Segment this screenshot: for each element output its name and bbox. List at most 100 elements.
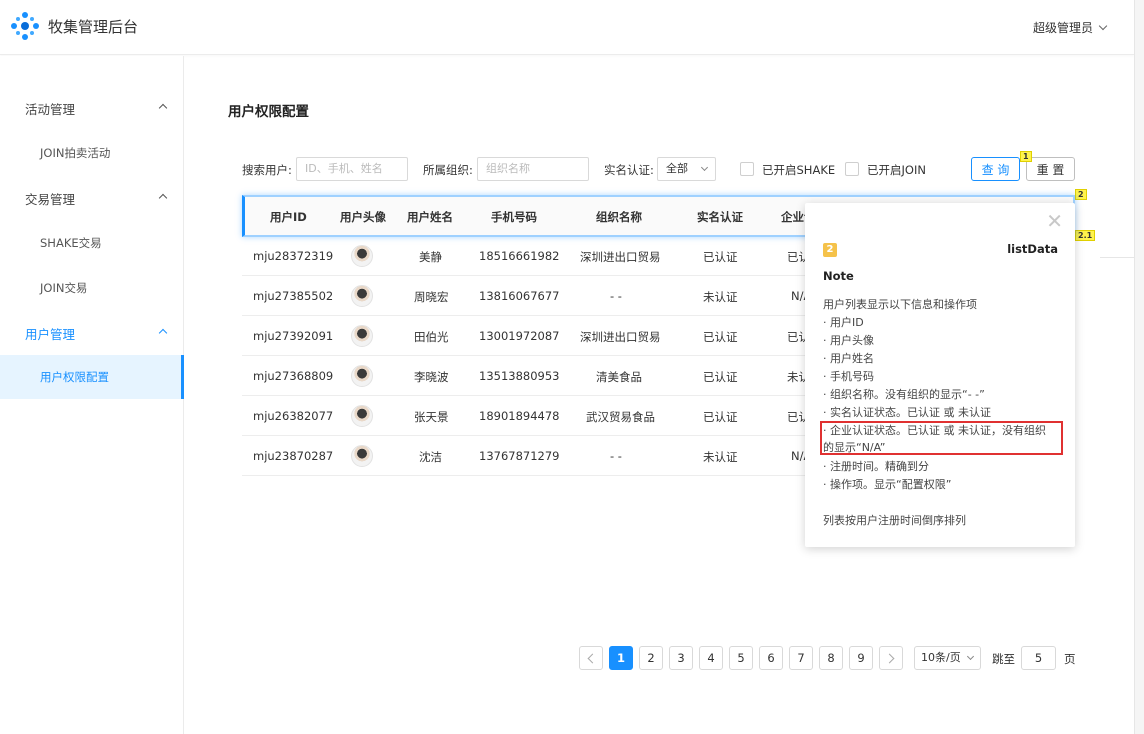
page-button[interactable]: 5 bbox=[729, 646, 753, 670]
jump-page-input[interactable]: 5 bbox=[1021, 646, 1056, 670]
guide-line bbox=[1100, 257, 1134, 258]
user-id: mju27368809 bbox=[253, 369, 334, 383]
note-line: · 手机号码 bbox=[823, 370, 874, 383]
chevron-up-icon bbox=[158, 193, 168, 203]
sidebar-item-label: JOIN拍卖活动 bbox=[40, 146, 111, 160]
sidebar-group-activity[interactable]: 活动管理 bbox=[0, 90, 184, 126]
note-title: Note bbox=[823, 269, 854, 283]
note-line: · 用户ID bbox=[823, 316, 864, 329]
phone-number: 18516661982 bbox=[479, 249, 560, 263]
org-name: 武汉贸易食品 bbox=[586, 410, 655, 424]
user-name: 沈洁 bbox=[419, 450, 442, 464]
page-button[interactable]: 4 bbox=[699, 646, 723, 670]
column-header: 用户头像 bbox=[340, 210, 386, 224]
page-title: 用户权限配置 bbox=[228, 104, 309, 120]
page-button[interactable]: 1 bbox=[609, 646, 633, 670]
user-name: 田伯光 bbox=[414, 330, 449, 344]
user-id: mju27385502 bbox=[253, 289, 334, 303]
org-name: 清美食品 bbox=[596, 370, 642, 384]
note-line: 用户列表显示以下信息和操作项 bbox=[823, 298, 977, 311]
page-button[interactable]: 6 bbox=[759, 646, 783, 670]
annotation-marker-2: 2 bbox=[1075, 189, 1087, 200]
org-name: 深圳进出口贸易 bbox=[580, 330, 661, 344]
sidebar-item-join-trade[interactable]: JOIN交易 bbox=[0, 268, 184, 308]
sidebar: 活动管理 JOIN拍卖活动 交易管理 SHAKE交易 JOIN交易 用户管理 用… bbox=[0, 56, 184, 734]
join-checkbox[interactable] bbox=[845, 162, 859, 176]
verify-status: 已认证 bbox=[703, 410, 738, 424]
note-line: · 用户姓名 bbox=[823, 352, 874, 365]
page-size-select[interactable]: 10条/页 bbox=[914, 646, 981, 670]
page-button[interactable]: 3 bbox=[669, 646, 693, 670]
verify-status: 已认证 bbox=[703, 330, 738, 344]
join-checkbox-label: 已开启JOIN bbox=[867, 163, 926, 177]
chevron-up-icon bbox=[158, 328, 168, 338]
chevron-left-icon bbox=[587, 653, 598, 664]
user-id: mju28372319 bbox=[253, 249, 334, 263]
search-input[interactable]: ID、手机、姓名 bbox=[296, 157, 408, 181]
org-label: 所属组织: bbox=[423, 163, 473, 177]
app-title: 牧集管理后台 bbox=[48, 18, 139, 36]
avatar bbox=[351, 325, 373, 347]
sidebar-item-label: SHAKE交易 bbox=[40, 236, 102, 250]
shake-checkbox-label: 已开启SHAKE bbox=[762, 163, 836, 177]
sidebar-item-label: 用户权限配置 bbox=[40, 370, 109, 384]
user-name: 美静 bbox=[419, 250, 442, 264]
annotation-marker-1: 1 bbox=[1020, 151, 1032, 162]
phone-number: 13001972087 bbox=[479, 329, 560, 343]
phone-number: 13767871279 bbox=[479, 449, 560, 463]
verify-select[interactable]: 全部 bbox=[657, 157, 716, 181]
query-button[interactable]: 查 询 bbox=[971, 157, 1020, 181]
window-edge bbox=[1134, 0, 1144, 734]
note-line: · 实名认证状态。已认证 或 未认证 bbox=[823, 406, 991, 419]
phone-number: 13816067677 bbox=[479, 289, 560, 303]
avatar bbox=[351, 245, 373, 267]
user-name: 李晓波 bbox=[414, 370, 449, 384]
sidebar-group-trade[interactable]: 交易管理 bbox=[0, 180, 184, 216]
avatar bbox=[351, 445, 373, 467]
sidebar-item-label: JOIN交易 bbox=[40, 281, 88, 295]
column-header: 用户姓名 bbox=[407, 210, 453, 224]
sidebar-item-join-auction[interactable]: JOIN拍卖活动 bbox=[0, 133, 184, 173]
note-list-name: listData bbox=[1007, 242, 1058, 256]
note-line: · 注册时间。精确到分 bbox=[823, 460, 929, 473]
verify-status: 未认证 bbox=[703, 450, 738, 464]
sidebar-group-label: 活动管理 bbox=[25, 101, 76, 117]
reset-button[interactable]: 重 置 bbox=[1026, 157, 1075, 181]
org-name: 深圳进出口贸易 bbox=[580, 250, 661, 264]
user-id: mju27392091 bbox=[253, 329, 334, 343]
verify-status: 未认证 bbox=[703, 290, 738, 304]
page-button[interactable]: 9 bbox=[849, 646, 873, 670]
page-button[interactable]: 7 bbox=[789, 646, 813, 670]
note-line: 列表按用户注册时间倒序排列 bbox=[823, 514, 966, 527]
verify-label: 实名认证: bbox=[604, 163, 654, 177]
shake-checkbox[interactable] bbox=[740, 162, 754, 176]
user-name: 周晓宏 bbox=[414, 290, 449, 304]
sidebar-group-label: 交易管理 bbox=[25, 191, 76, 207]
org-input[interactable]: 组织名称 bbox=[477, 157, 589, 181]
column-header: 用户ID bbox=[270, 210, 307, 224]
note-line: · 组织名称。没有组织的显示“- -” bbox=[823, 388, 985, 401]
page-size-value: 10条/页 bbox=[921, 651, 961, 664]
user-name: 超级管理员 bbox=[1032, 21, 1093, 35]
user-name: 张天景 bbox=[414, 410, 449, 424]
verify-status: 已认证 bbox=[703, 250, 738, 264]
top-header: 牧集管理后台 超级管理员 bbox=[0, 0, 1134, 55]
verify-status: 已认证 bbox=[703, 370, 738, 384]
page-button[interactable]: 2 bbox=[639, 646, 663, 670]
logo-icon bbox=[11, 12, 39, 40]
close-icon[interactable]: ✕ bbox=[1046, 211, 1063, 231]
verify-select-value: 全部 bbox=[666, 162, 688, 175]
chevron-right-icon bbox=[884, 653, 895, 664]
page-button[interactable]: 8 bbox=[819, 646, 843, 670]
jump-label: 跳至 bbox=[992, 652, 1015, 666]
next-page-button[interactable] bbox=[879, 646, 903, 670]
chevron-down-icon bbox=[966, 652, 975, 661]
sidebar-item-user-permission[interactable]: 用户权限配置 bbox=[0, 355, 184, 399]
prev-page-button[interactable] bbox=[579, 646, 603, 670]
sidebar-item-shake-trade[interactable]: SHAKE交易 bbox=[0, 223, 184, 263]
sidebar-group-user[interactable]: 用户管理 bbox=[0, 315, 184, 351]
chevron-down-icon bbox=[1098, 21, 1108, 30]
user-menu[interactable]: 超级管理员 bbox=[1032, 19, 1108, 36]
annotation-marker-2-1: 2.1 bbox=[1075, 230, 1096, 241]
org-name: - - bbox=[610, 449, 622, 463]
